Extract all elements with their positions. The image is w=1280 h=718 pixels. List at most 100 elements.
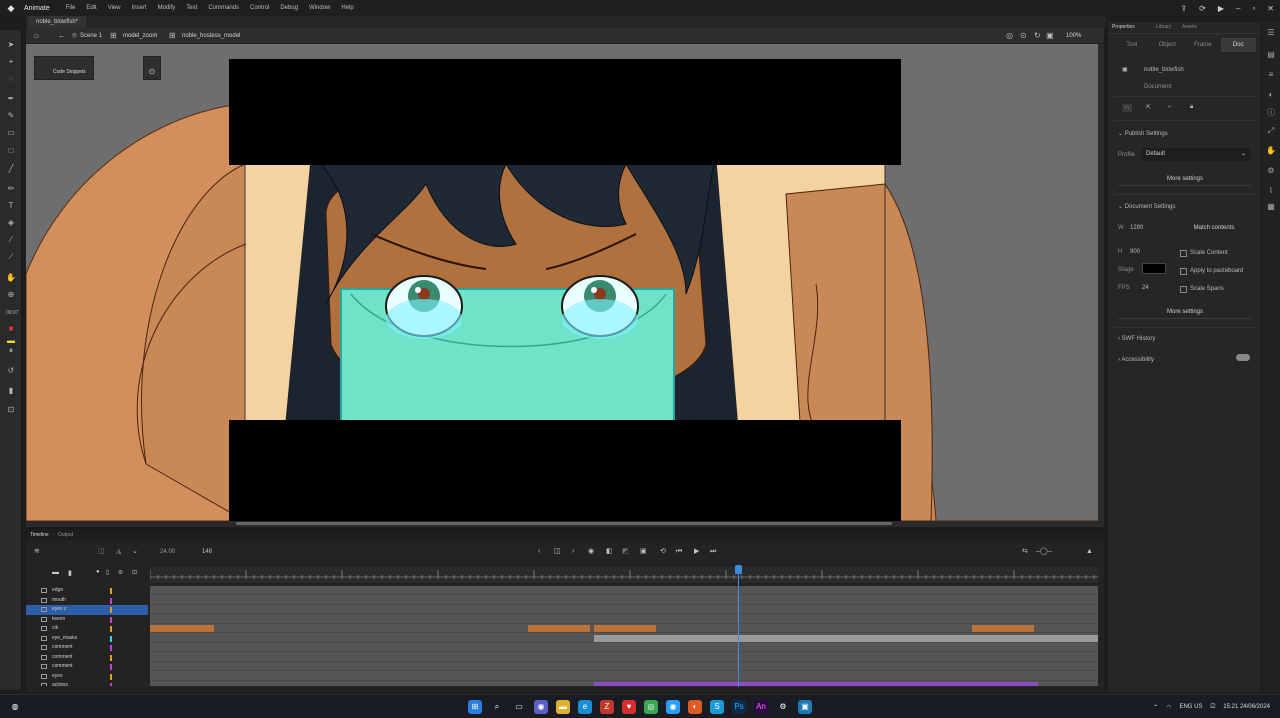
onion-outline-icon[interactable]: ◧ xyxy=(606,546,613,558)
timeline-layer[interactable]: comment xyxy=(26,643,148,653)
bone-tool-icon[interactable]: ⟋ xyxy=(6,252,16,262)
start-icon[interactable]: ⊞ xyxy=(468,700,482,714)
firefox-icon[interactable]: ◐ xyxy=(688,700,702,714)
sync-icon[interactable]: ⟳ xyxy=(1199,4,1206,13)
lock-icon[interactable]: 🔒︎ xyxy=(1190,104,1193,111)
trash-icon[interactable]: ▮ xyxy=(6,386,16,396)
code-snippets-panel[interactable]: Code Snippets xyxy=(34,56,94,80)
layer-name[interactable]: eyes xyxy=(52,673,63,680)
photoshop-icon[interactable]: Ps xyxy=(732,700,746,714)
wifi-icon[interactable]: ◠ xyxy=(1166,704,1171,711)
frame-row[interactable] xyxy=(150,596,1098,605)
frame-row[interactable] xyxy=(150,662,1098,671)
layer-color-swatch[interactable] xyxy=(110,683,112,686)
subselection-tool-icon[interactable]: ⌖ xyxy=(6,57,16,67)
fill-color-icon[interactable]: ▬ xyxy=(6,336,16,346)
timeline-layer[interactable]: tween xyxy=(26,615,148,625)
menu-file[interactable]: File xyxy=(66,5,76,11)
align-icon[interactable]: ⌐ xyxy=(1168,104,1172,110)
layer-color-swatch[interactable] xyxy=(110,664,112,670)
layer-name[interactable]: eye_masks xyxy=(52,635,77,642)
publish-settings-header[interactable]: ⌄ Publish Settings xyxy=(1118,130,1168,137)
height-field[interactable]: 900 xyxy=(1130,249,1140,255)
close-icon[interactable]: ✕ xyxy=(1267,4,1274,13)
onion-skin-toggle-icon[interactable]: ◉ xyxy=(588,546,594,558)
timeline-layer[interactable]: eyes c xyxy=(26,605,148,615)
minimize-icon[interactable]: – xyxy=(1236,4,1240,13)
frame-span[interactable] xyxy=(150,625,214,632)
zoom-slider[interactable]: –◯– xyxy=(1036,546,1052,558)
file-explorer-icon[interactable]: ▬ xyxy=(556,700,570,714)
accessibility-toggle[interactable] xyxy=(1236,354,1250,361)
outline-icon[interactable]: ▯ xyxy=(106,569,109,576)
tab-tool[interactable]: Tool xyxy=(1114,38,1150,52)
pause-icon[interactable]: ⏸ xyxy=(6,346,16,356)
app-icon-gear[interactable]: ⚙ xyxy=(776,700,790,714)
more-settings-button-2[interactable]: More settings xyxy=(1118,305,1252,319)
motion-editor-icon[interactable]: ⌇ xyxy=(1266,186,1276,196)
stage-vertical-scrollbar[interactable] xyxy=(1098,44,1104,527)
chat-icon[interactable]: ◉ xyxy=(534,700,548,714)
camera-tool-icon[interactable]: ⊙ xyxy=(143,56,161,80)
document-tab[interactable]: noble_blowfish* xyxy=(28,16,87,28)
tab-output[interactable]: Output xyxy=(58,532,73,538)
frame-span[interactable] xyxy=(528,625,590,632)
tab-assets[interactable]: Assets xyxy=(1182,24,1197,30)
timeline-layer[interactable]: actions xyxy=(26,681,148,686)
text-tool-icon[interactable]: T xyxy=(6,201,16,211)
app-icon-blue[interactable]: ◉ xyxy=(666,700,680,714)
stage-color-swatch[interactable] xyxy=(1142,263,1166,274)
filezilla-icon[interactable]: Z xyxy=(600,700,614,714)
layer-color-swatch[interactable] xyxy=(110,588,112,594)
timeline-layer[interactable]: edge xyxy=(26,586,148,596)
breadcrumb-symbol-1[interactable]: model_zoom xyxy=(123,28,157,44)
animate-icon[interactable]: An xyxy=(754,700,768,714)
rectangle-tool-icon[interactable]: □ xyxy=(6,146,16,156)
test-movie-icon[interactable]: ▶ xyxy=(1218,4,1224,13)
pencil-tool-icon[interactable]: ✏ xyxy=(6,184,16,194)
task-view-icon[interactable]: ▭ xyxy=(512,700,526,714)
lasso-tool-icon[interactable]: ◌ xyxy=(6,74,16,84)
fps-display[interactable]: 24.00 xyxy=(160,546,175,558)
snap-icon[interactable]: ∩ xyxy=(1122,104,1133,112)
fps-field[interactable]: 24 xyxy=(1142,285,1149,291)
play-icon[interactable]: ▶ xyxy=(694,546,699,558)
tab-frame[interactable]: Frame xyxy=(1185,38,1221,52)
clip-icon[interactable]: ▣ xyxy=(1046,31,1054,41)
language-indicator[interactable]: ENG US xyxy=(1179,704,1202,710)
frame-row[interactable] xyxy=(150,672,1098,681)
rotate-icon[interactable]: ↻ xyxy=(1034,31,1041,41)
menu-edit[interactable]: Edit xyxy=(86,5,96,11)
frame-row[interactable] xyxy=(150,624,1098,633)
menu-modify[interactable]: Modify xyxy=(158,5,176,11)
frame-row[interactable] xyxy=(150,681,1098,686)
timeline-scale-icon[interactable]: ⇆ xyxy=(1022,546,1028,558)
tab-properties[interactable]: Properties xyxy=(1112,24,1135,30)
search-icon[interactable]: ⌕ xyxy=(490,700,504,714)
zoom-level[interactable]: 100% xyxy=(1066,31,1096,41)
frame-span[interactable] xyxy=(594,634,1098,642)
frame-picker-icon[interactable]: ⚙ xyxy=(1266,166,1276,176)
info-icon[interactable]: ⓘ xyxy=(1266,108,1276,118)
layer-color-swatch[interactable] xyxy=(110,654,112,661)
chrome-icon[interactable]: ◎ xyxy=(644,700,658,714)
timeline-layer[interactable]: mouth xyxy=(26,596,148,606)
frame-row[interactable] xyxy=(150,643,1098,652)
edit-multiple-icon[interactable]: ◮ xyxy=(116,546,121,558)
skype-icon[interactable]: S xyxy=(710,700,724,714)
timeline-layer[interactable]: comment xyxy=(26,653,148,663)
menu-view[interactable]: View xyxy=(108,5,121,11)
loop-icon[interactable]: ⟲ xyxy=(660,546,666,558)
scale-icon[interactable]: ⇱ xyxy=(1146,104,1151,111)
home-icon[interactable]: ⌂ xyxy=(34,31,39,41)
menu-help[interactable]: Help xyxy=(341,5,353,11)
layer-color-swatch[interactable] xyxy=(110,597,112,604)
menu-insert[interactable]: Insert xyxy=(132,5,147,11)
eyedropper-tool-icon[interactable]: ⁄ xyxy=(6,235,16,245)
frame-row[interactable] xyxy=(150,653,1098,662)
visibility-icon[interactable]: ⊘ xyxy=(118,569,123,576)
layer-color-swatch[interactable] xyxy=(110,607,112,613)
layer-name[interactable]: comment xyxy=(52,663,73,670)
frame-span[interactable] xyxy=(972,625,1034,632)
step-back-icon[interactable]: ⏮ xyxy=(676,546,682,558)
